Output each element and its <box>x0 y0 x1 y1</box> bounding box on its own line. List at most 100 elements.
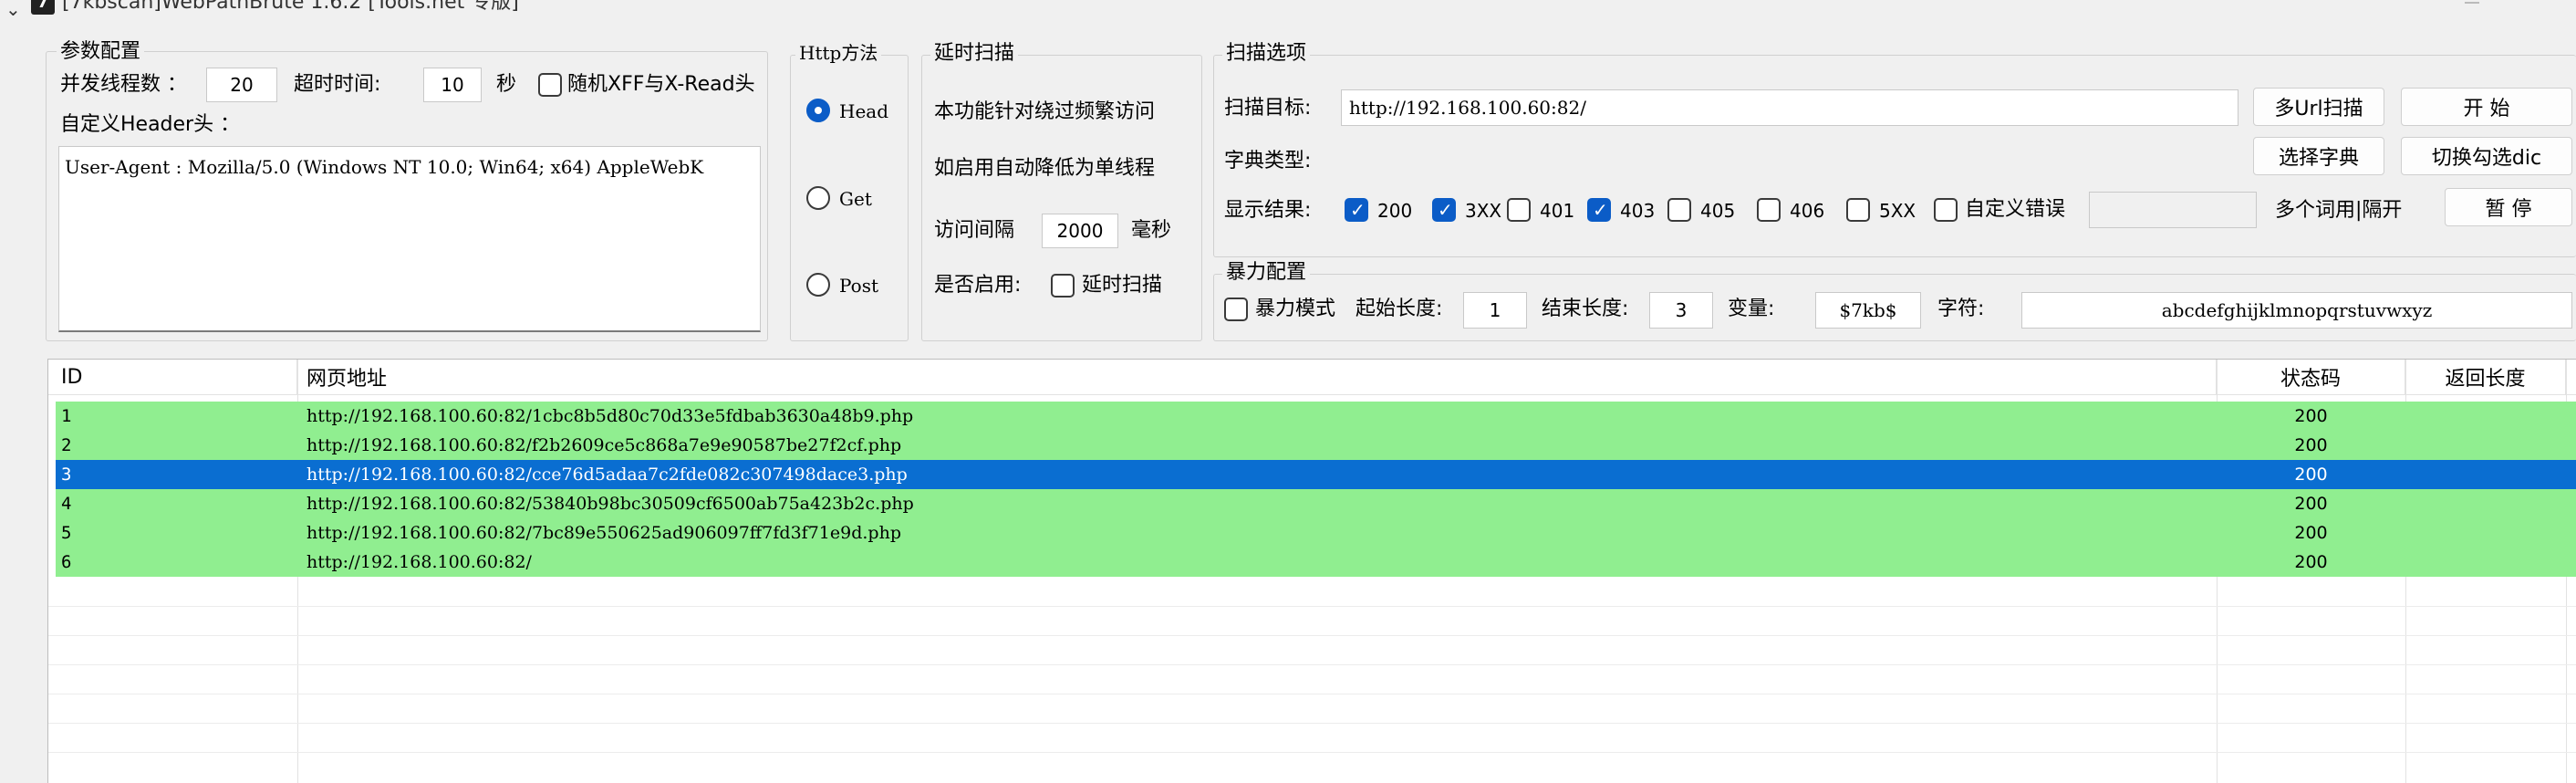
scan-options-group-label: 扫描选项 <box>1222 44 1311 64</box>
pause-button[interactable]: 暂 停 <box>2445 188 2572 226</box>
cell-url: http://192.168.100.60:82/1cbc8b5d80c70d3… <box>306 406 914 426</box>
multi-word-hint: 多个词用|隔开 <box>2275 199 2403 222</box>
table-row[interactable]: 4 http://192.168.100.60:82/53840b98bc305… <box>56 489 2576 518</box>
brute-mode-label[interactable]: 暴力模式 <box>1255 299 1335 319</box>
target-label: 扫描目标: <box>1224 97 1312 120</box>
header-textarea-value: User-Agent : Mozilla/5.0 (Windows NT 10.… <box>65 156 704 178</box>
cell-length <box>2405 402 2566 431</box>
start-button[interactable]: 开 始 <box>2401 88 2572 126</box>
collapse-arrow-icon[interactable]: ⌄ <box>5 0 21 18</box>
timeout-unit: 秒 <box>496 73 517 96</box>
col-header-status[interactable]: 状态码 <box>2217 360 2405 394</box>
cell-status: 200 <box>2294 406 2328 426</box>
filter-200-label[interactable]: 200 <box>1377 202 1412 220</box>
interval-unit: 毫秒 <box>1131 219 1172 242</box>
interval-input[interactable]: 2000 <box>1042 214 1118 248</box>
toggle-check-dict-button[interactable]: 切换勾选dic <box>2401 137 2572 175</box>
cell-length <box>2405 518 2566 548</box>
method-get-label[interactable]: Get <box>839 190 872 208</box>
start-len-label: 起始长度: <box>1356 298 1443 320</box>
select-dict-button[interactable]: 选择字典 <box>2253 137 2384 175</box>
table-row-selected[interactable]: 3 http://192.168.100.60:82/cce76d5adaa7c… <box>56 460 2576 489</box>
dict-type-label: 字典类型: <box>1224 150 1312 172</box>
method-head-label[interactable]: Head <box>839 102 888 120</box>
cell-status: 200 <box>2294 465 2328 485</box>
method-head-radio[interactable] <box>806 99 830 122</box>
cell-id: 5 <box>61 523 72 543</box>
random-xff-label[interactable]: 随机XFF与X-Read头 <box>567 75 755 95</box>
col-header-id[interactable]: ID <box>48 360 297 394</box>
filter-401-label[interactable]: 401 <box>1540 202 1574 220</box>
filter-403-label[interactable]: 403 <box>1620 202 1655 220</box>
cell-id: 4 <box>61 494 72 514</box>
end-len-input[interactable]: 3 <box>1649 292 1713 329</box>
filter-5xx-checkbox[interactable] <box>1846 198 1870 222</box>
delay-group <box>921 55 1202 341</box>
method-post-radio[interactable] <box>806 273 830 297</box>
end-len-label: 结束长度: <box>1542 298 1629 320</box>
row-gridline <box>48 723 2576 724</box>
http-method-group-label: Http方法 <box>795 44 882 62</box>
results-list[interactable]: ID 网页地址 状态码 返回长度 1 http://192.168.100.60… <box>47 359 2576 783</box>
delay-group-label: 延时扫描 <box>930 44 1019 64</box>
multi-url-scan-button[interactable]: 多Url扫描 <box>2253 88 2384 126</box>
charset-label: 字符: <box>1937 298 1985 320</box>
delay-enable-label: 是否启用: <box>934 274 1022 297</box>
table-row[interactable]: 5 http://192.168.100.60:82/7bc89e550625a… <box>56 518 2576 548</box>
app-icon: 7 <box>31 0 55 15</box>
cell-status: 200 <box>2294 494 2328 514</box>
cell-url: http://192.168.100.60:82/cce76d5adaa7c2f… <box>306 465 908 485</box>
method-post-label[interactable]: Post <box>839 277 878 295</box>
col-header-url[interactable]: 网页地址 <box>297 360 2217 394</box>
minimize-icon[interactable] <box>2465 2 2479 4</box>
cell-length <box>2405 548 2566 577</box>
row-gridline <box>48 635 2576 636</box>
cell-id: 3 <box>61 465 72 485</box>
delay-desc-1: 本功能针对绕过频繁访问 <box>934 100 1156 123</box>
cell-id: 6 <box>61 552 72 572</box>
cell-length <box>2405 460 2566 489</box>
brute-mode-checkbox[interactable] <box>1224 298 1248 321</box>
cell-status: 200 <box>2294 552 2328 572</box>
filter-200-checkbox[interactable] <box>1345 198 1368 222</box>
filter-403-checkbox[interactable] <box>1587 198 1611 222</box>
custom-header-label: 自定义Header头 ： <box>60 113 241 136</box>
start-len-input[interactable]: 1 <box>1463 292 1527 329</box>
params-group-label: 参数配置 <box>57 42 145 62</box>
custom-error-label[interactable]: 自定义错误 <box>1965 200 2065 220</box>
target-input[interactable]: http://192.168.100.60:82/ <box>1341 89 2238 126</box>
method-get-radio[interactable] <box>806 186 830 210</box>
interval-label: 访问间隔 <box>934 219 1015 242</box>
filter-405-checkbox[interactable] <box>1667 198 1691 222</box>
threads-input[interactable]: 20 <box>206 68 277 102</box>
delay-enable-checkbox-label[interactable]: 延时扫描 <box>1082 276 1162 296</box>
row-gridline <box>48 664 2576 665</box>
cell-id: 1 <box>61 406 72 426</box>
timeout-input[interactable]: 10 <box>423 68 482 102</box>
random-xff-checkbox[interactable] <box>538 73 562 97</box>
table-row[interactable]: 6 http://192.168.100.60:82/ 200 <box>56 548 2576 577</box>
cell-status: 200 <box>2294 435 2328 455</box>
cell-length <box>2405 489 2566 518</box>
table-row[interactable]: 2 http://192.168.100.60:82/f2b2609ce5c86… <box>56 431 2576 460</box>
variable-input[interactable]: $7kb$ <box>1815 292 1921 329</box>
cell-url: http://192.168.100.60:82/53840b98bc30509… <box>306 494 914 514</box>
cell-url: http://192.168.100.60:82/f2b2609ce5c868a… <box>306 435 902 455</box>
filter-401-checkbox[interactable] <box>1507 198 1531 222</box>
custom-error-input[interactable] <box>2089 192 2257 228</box>
filter-3xx-label[interactable]: 3XX <box>1465 202 1501 220</box>
filter-405-label[interactable]: 405 <box>1700 202 1735 220</box>
charset-input[interactable]: abcdefghijklmnopqrstuvwxyz <box>2021 292 2572 329</box>
filter-5xx-label[interactable]: 5XX <box>1879 202 1916 220</box>
filter-3xx-checkbox[interactable] <box>1432 198 1456 222</box>
header-textarea[interactable]: User-Agent : Mozilla/5.0 (Windows NT 10.… <box>58 146 761 332</box>
delay-enable-checkbox[interactable] <box>1051 274 1075 298</box>
filter-406-checkbox[interactable] <box>1757 198 1781 222</box>
col-header-length[interactable]: 返回长度 <box>2405 360 2566 394</box>
filter-406-label[interactable]: 406 <box>1790 202 1824 220</box>
table-row[interactable]: 1 http://192.168.100.60:82/1cbc8b5d80c70… <box>56 402 2576 431</box>
window-title: [7kbscan]WebPathBrute 1.6.2 [Tools.net 专… <box>62 0 519 14</box>
custom-error-checkbox[interactable] <box>1934 198 1958 222</box>
cell-url: http://192.168.100.60:82/ <box>306 552 532 572</box>
cell-url: http://192.168.100.60:82/7bc89e550625ad9… <box>306 523 901 543</box>
